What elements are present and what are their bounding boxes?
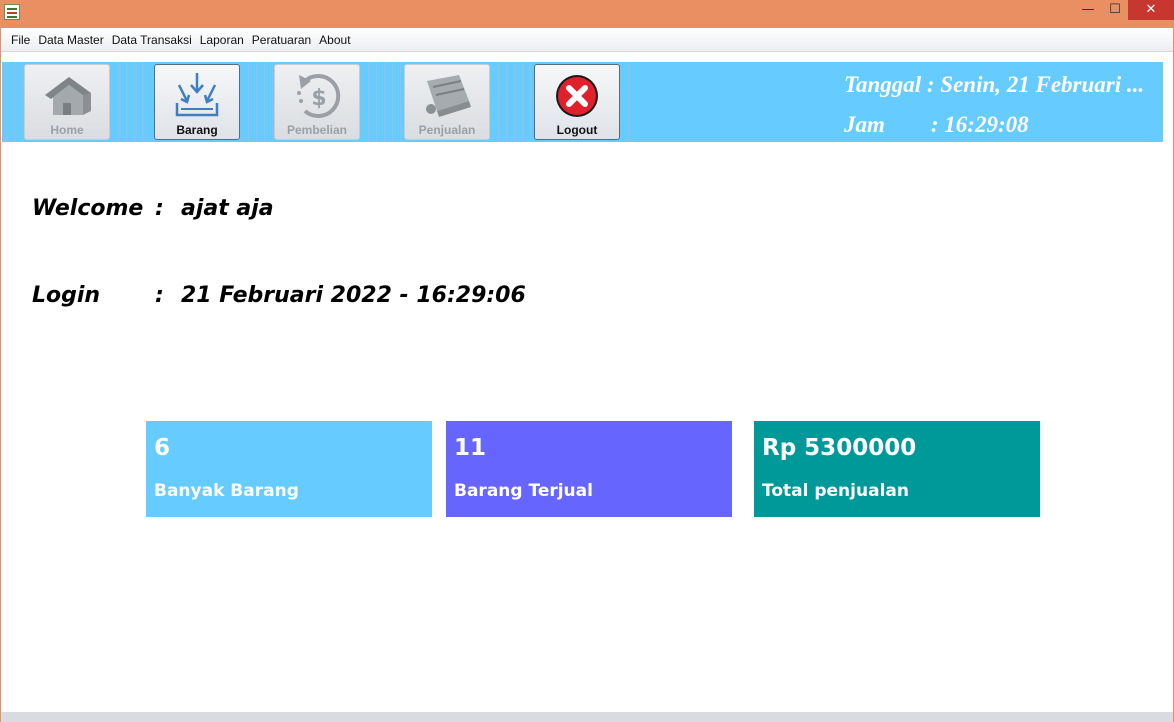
penjualan-label: Penjualan bbox=[418, 123, 476, 137]
card-caption: Total penjualan bbox=[762, 481, 909, 501]
login-separator: : bbox=[155, 283, 164, 308]
welcome-separator: : bbox=[155, 196, 164, 221]
toolbar-separator bbox=[364, 62, 402, 142]
login-time: 21 Februari 2022 - 16:29:06 bbox=[181, 283, 526, 308]
toolbar-separator bbox=[114, 62, 148, 142]
title-bar: — ☐ ✕ bbox=[0, 0, 1174, 28]
login-label: Login bbox=[32, 283, 101, 308]
inbox-download-icon bbox=[175, 73, 219, 117]
app-icon bbox=[4, 4, 20, 20]
sales-ledger-icon bbox=[426, 75, 471, 117]
logout-label: Logout bbox=[556, 123, 598, 137]
welcome-user: ajat aja bbox=[181, 196, 274, 221]
card-caption: Barang Terjual bbox=[454, 481, 593, 501]
menu-about[interactable]: About bbox=[315, 28, 354, 52]
current-time: Jam : 16:29:08 bbox=[844, 112, 1029, 137]
svg-text:$: $ bbox=[311, 86, 326, 111]
toolbar-separator bbox=[244, 62, 278, 142]
close-circle-icon bbox=[556, 75, 598, 117]
card-banyak-barang: 6 Banyak Barang bbox=[146, 421, 432, 517]
toolbar-separator bbox=[2, 62, 24, 142]
home-button[interactable]: Home bbox=[24, 64, 110, 140]
card-caption: Banyak Barang bbox=[154, 481, 299, 501]
card-value: 6 bbox=[154, 435, 171, 461]
card-total-penjualan: Rp 5300000 Total penjualan bbox=[754, 421, 1040, 517]
menu-laporan[interactable]: Laporan bbox=[196, 28, 248, 52]
menu-data-master[interactable]: Data Master bbox=[34, 28, 107, 52]
main-window: File Data Master Data Transaksi Laporan … bbox=[1, 28, 1173, 722]
house-icon bbox=[45, 77, 91, 115]
menu-file[interactable]: File bbox=[7, 28, 34, 52]
card-barang-terjual: 11 Barang Terjual bbox=[446, 421, 732, 517]
pembelian-button[interactable]: $ Pembelian bbox=[274, 64, 360, 140]
refund-dollar-icon: $ bbox=[297, 74, 341, 118]
menu-peratuaran[interactable]: Peratuaran bbox=[248, 28, 315, 52]
card-value: 11 bbox=[454, 435, 487, 461]
logout-button[interactable]: Logout bbox=[534, 64, 620, 140]
card-value: Rp 5300000 bbox=[762, 435, 917, 461]
status-strip bbox=[1, 712, 1173, 722]
barang-button[interactable]: Barang bbox=[154, 64, 240, 140]
pembelian-label: Pembelian bbox=[286, 123, 348, 137]
menu-bar: File Data Master Data Transaksi Laporan … bbox=[1, 28, 1173, 52]
toolbar: Home Barang $ Pembelian Penjualan Logout… bbox=[2, 62, 1163, 142]
welcome-label: Welcome bbox=[32, 196, 144, 221]
close-button[interactable]: ✕ bbox=[1128, 0, 1174, 20]
maximize-button[interactable]: ☐ bbox=[1102, 0, 1128, 20]
barang-label: Barang bbox=[176, 123, 218, 137]
toolbar-separator bbox=[494, 62, 532, 142]
toolbar-separator bbox=[624, 62, 630, 142]
penjualan-button[interactable]: Penjualan bbox=[404, 64, 490, 140]
minimize-button[interactable]: — bbox=[1074, 0, 1102, 20]
menu-data-transaksi[interactable]: Data Transaksi bbox=[108, 28, 196, 52]
home-label: Home bbox=[50, 123, 84, 137]
current-date: Tanggal : Senin, 21 Februari ... bbox=[844, 72, 1145, 97]
